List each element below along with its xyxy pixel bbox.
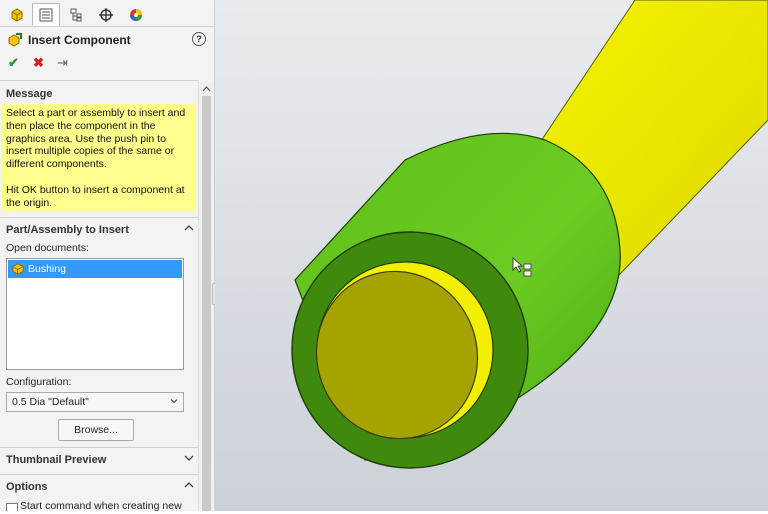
browse-button[interactable]: Browse...: [58, 419, 134, 441]
divider: [0, 447, 198, 448]
insert-component-icon: [8, 33, 22, 47]
divider: [0, 474, 198, 475]
chevron-down-icon[interactable]: [183, 452, 195, 464]
feature-manager-icon: [11, 7, 23, 22]
tab-configuration-manager[interactable]: [62, 3, 90, 26]
dimxpert-manager-icon: [99, 7, 113, 22]
section-title: Thumbnail Preview: [6, 454, 107, 466]
tab-feature-manager[interactable]: [3, 3, 31, 26]
chevron-down-icon: [170, 399, 178, 404]
message-box: Select a part or assembly to insert and …: [2, 104, 195, 212]
open-documents-list[interactable]: Bushing: [6, 258, 184, 370]
part-icon: [12, 263, 24, 275]
open-documents-label: Open documents:: [6, 242, 89, 254]
ok-icon[interactable]: ✔: [8, 55, 19, 71]
display-manager-icon: [130, 8, 142, 21]
property-manager-panel: Insert Component ? ✔ ✖ ⇥ Message Select …: [0, 0, 215, 511]
configuration-manager-icon: [70, 8, 82, 21]
configuration-value: 0.5 Dia "Default": [12, 396, 89, 408]
message-text: Select a part or assembly to insert and …: [6, 107, 186, 171]
start-command-label: Start command when creating new: [20, 500, 182, 511]
scroll-up-icon[interactable]: [202, 85, 211, 93]
divider: [0, 80, 198, 81]
configuration-select[interactable]: 0.5 Dia "Default": [6, 392, 184, 412]
push-pin-icon[interactable]: ⇥: [57, 55, 68, 71]
scrollbar-thumb[interactable]: [202, 96, 211, 511]
list-item[interactable]: Bushing: [8, 260, 182, 278]
property-manager-icon: [39, 8, 53, 21]
start-command-checkbox[interactable]: [6, 503, 18, 511]
document-name: Bushing: [28, 263, 66, 275]
action-buttons: ✔ ✖ ⇥: [0, 55, 214, 73]
graphics-area[interactable]: [215, 0, 768, 511]
configuration-label: Configuration:: [6, 376, 72, 388]
cancel-icon[interactable]: ✖: [33, 55, 44, 71]
chevron-up-icon[interactable]: [183, 479, 195, 491]
part-assembly-section-header[interactable]: Part/Assembly to Insert: [0, 220, 198, 240]
tab-display-manager[interactable]: [122, 3, 150, 26]
message-section-header[interactable]: Message: [0, 84, 198, 104]
section-title: Message: [6, 88, 53, 100]
help-icon[interactable]: ?: [192, 32, 206, 46]
manager-tabbar: [0, 0, 214, 27]
tab-property-manager[interactable]: [32, 3, 60, 26]
section-title: Options: [6, 481, 48, 493]
chevron-up-icon[interactable]: [183, 222, 195, 234]
model-viewport-svg: [215, 0, 768, 511]
section-title: Part/Assembly to Insert: [6, 224, 129, 236]
message-text-ok: Hit OK button to insert a component at t…: [6, 183, 185, 209]
thumbnail-section-header[interactable]: Thumbnail Preview: [0, 450, 198, 470]
property-manager-header: Insert Component ?: [0, 27, 214, 53]
page-title: Insert Component: [28, 33, 131, 47]
divider: [0, 217, 198, 218]
options-section-header[interactable]: Options: [0, 477, 198, 497]
tab-dimxpert-manager[interactable]: [92, 3, 120, 26]
